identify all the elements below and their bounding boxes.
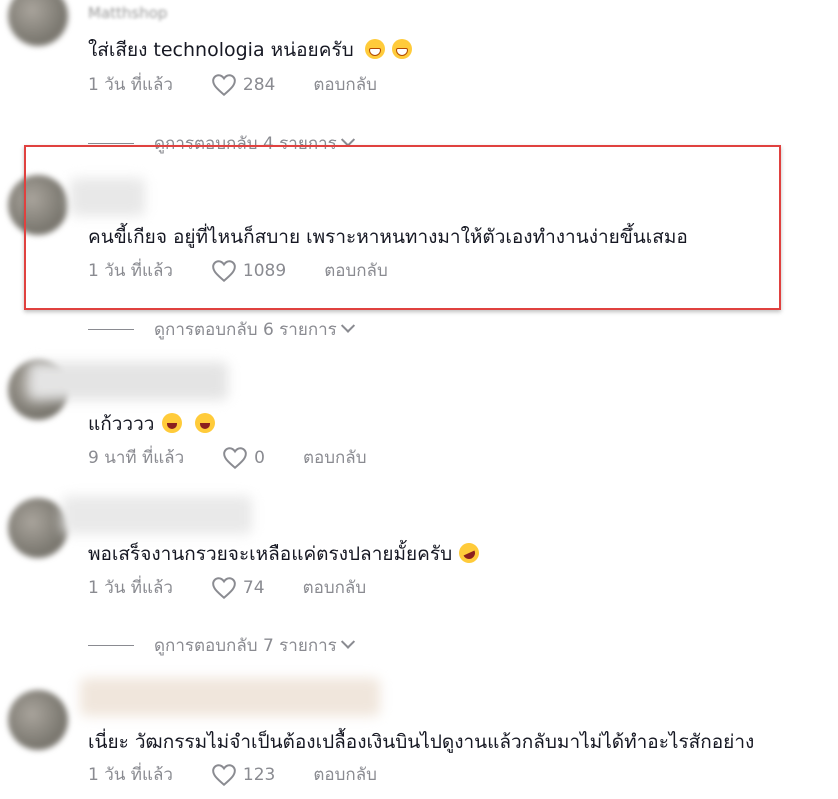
comment-body: ใส่เสียง technologia หน่อยครับ — [88, 37, 412, 63]
view-replies-label: ดูการตอบกลับ 6 รายการ — [154, 320, 337, 340]
reply-button[interactable]: ตอบกลับ — [303, 574, 367, 601]
chevron-down-icon — [340, 634, 355, 649]
view-replies-button[interactable]: ดูการตอบกลับ 7 รายการ — [88, 632, 355, 659]
squinting-laughing-face-icon — [161, 413, 182, 433]
like-button[interactable]: 123 — [211, 763, 313, 787]
comment-meta: 1 วัน ที่แล้ว 284 ตอบกลับ — [88, 71, 377, 98]
view-replies-button[interactable]: ดูการตอบกลับ 6 รายการ — [88, 316, 355, 343]
heart-icon — [212, 576, 236, 599]
rolling-on-floor-laughing-icon — [455, 539, 483, 567]
comment-text: พอเสร็จงานกรวยจะเหลือแค่ตรงปลายมั้ยครับ — [88, 543, 453, 565]
reply-button[interactable]: ตอบกลับ — [313, 71, 377, 98]
comment-body: พอเสร็จงานกรวยจะเหลือแค่ตรงปลายมั้ยครับ — [88, 539, 483, 567]
username-label: Matthshop — [88, 4, 168, 22]
comment-time: 1 วัน ที่แล้ว — [88, 765, 173, 785]
divider-line — [88, 328, 134, 331]
comment-time: 1 วัน ที่แล้ว — [88, 578, 173, 598]
username-blurred[interactable] — [62, 496, 252, 534]
comment-body: เนี่ยะ วัฒกรรมไม่จำเป็นต้องเปลื้องเงินบิ… — [88, 729, 754, 755]
like-button[interactable]: 284 — [211, 73, 313, 97]
comment-text: ใส่เสียง technologia หน่อยครับ — [88, 39, 354, 61]
comment-body: แก้วววว — [88, 411, 215, 437]
comment-time: 1 วัน ที่แล้ว — [88, 75, 173, 95]
chevron-down-icon — [340, 318, 355, 333]
avatar[interactable] — [8, 0, 68, 46]
reply-button[interactable]: ตอบกลับ — [303, 444, 367, 471]
heart-icon — [212, 763, 236, 786]
view-replies-label: ดูการตอบกลับ 7 รายการ — [154, 636, 337, 656]
like-button[interactable]: 0 — [222, 446, 303, 470]
comment-meta: 9 นาที ที่แล้ว 0 ตอบกลับ — [88, 444, 367, 471]
username-blurred[interactable] — [28, 362, 228, 400]
heart-icon — [223, 446, 247, 469]
comment-username[interactable]: Matthshop — [88, 4, 167, 22]
reply-button[interactable]: ตอบกลับ — [313, 761, 377, 788]
like-button[interactable]: 74 — [211, 576, 303, 600]
heart-icon — [212, 73, 236, 96]
username-blurred[interactable] — [80, 678, 380, 716]
comment-meta: 1 วัน ที่แล้ว 123 ตอบกลับ — [88, 761, 377, 788]
grinning-face-icon — [364, 39, 385, 59]
like-count: 123 — [242, 764, 276, 785]
divider-line — [88, 644, 134, 647]
grinning-face-icon — [391, 39, 412, 59]
comment-meta: 1 วัน ที่แล้ว 74 ตอบกลับ — [88, 574, 366, 601]
like-count: 284 — [242, 74, 276, 95]
comment-text: เนี่ยะ วัฒกรรมไม่จำเป็นต้องเปลื้องเงินบิ… — [88, 731, 755, 753]
comment-text: แก้วววว — [88, 413, 155, 435]
squinting-laughing-face-icon — [194, 413, 215, 433]
avatar[interactable] — [8, 498, 68, 558]
avatar[interactable] — [8, 690, 68, 750]
like-count: 74 — [242, 577, 265, 598]
highlight-box — [24, 145, 781, 310]
like-count: 0 — [254, 447, 265, 468]
comment-time: 9 นาที ที่แล้ว — [88, 448, 185, 468]
